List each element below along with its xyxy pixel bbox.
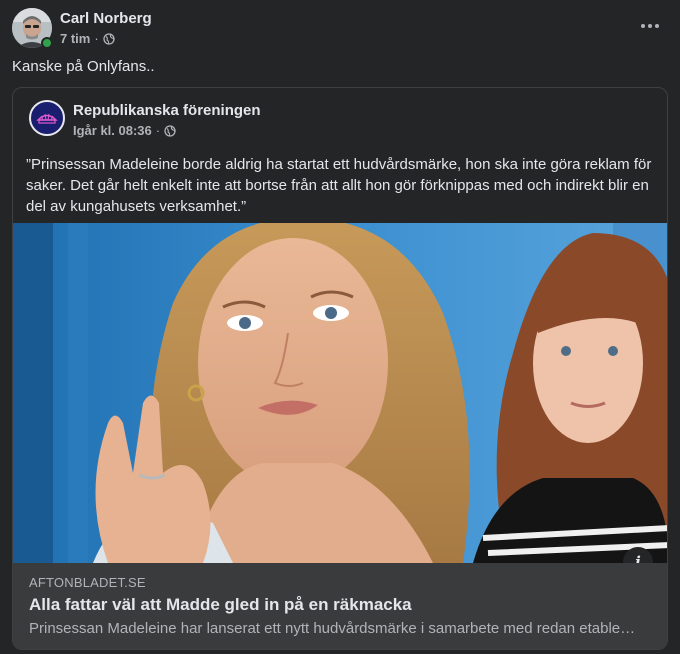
meta-separator: · [155,123,161,138]
link-preview-image[interactable] [13,223,667,563]
online-status-indicator [41,37,53,49]
feed-post: Carl Norberg 7 tim · Kanske på Onlyfans.… [0,0,680,654]
shared-page-name[interactable]: Republikanska föreningen [73,102,261,119]
link-preview-footer[interactable]: AFTONBLADET.SE Alla fattar väl att Madde… [13,563,667,649]
post-meta: 7 tim · [60,31,115,46]
link-domain: AFTONBLADET.SE [29,575,146,590]
page-avatar[interactable] [29,100,65,136]
globe-icon[interactable] [103,32,115,45]
more-options-button[interactable] [634,10,666,42]
post-timestamp[interactable]: 7 tim [60,31,90,46]
shared-post-timestamp[interactable]: Igår kl. 08:36 [73,123,152,138]
shared-post-card[interactable]: Republikanska föreningen Igår kl. 08:36 … [12,87,668,650]
author-name[interactable]: Carl Norberg [60,10,152,27]
link-title[interactable]: Alla fattar väl att Madde gled in på en … [29,595,412,615]
republic-logo-icon [35,106,59,130]
more-options-icon [641,24,645,28]
globe-icon[interactable] [164,124,176,137]
shared-post-meta: Igår kl. 08:36 · [73,123,176,138]
more-options-icon-dot [648,24,652,28]
post-text: Kanske på Onlyfans.. [12,58,155,75]
more-options-icon-dot [655,24,659,28]
link-description: Prinsessan Madeleine har lanserat ett ny… [29,620,639,637]
shared-post-text: ”Prinsessan Madeleine borde aldrig ha st… [26,156,652,215]
meta-separator: · [94,31,99,46]
